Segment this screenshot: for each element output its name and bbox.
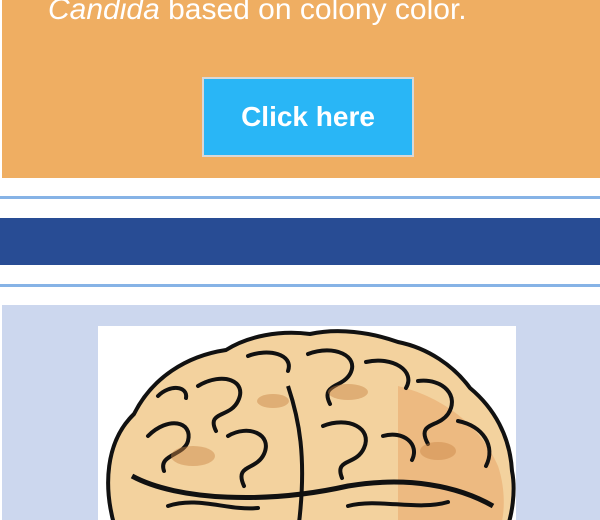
brain-image	[98, 326, 516, 520]
promo-text-rest: based on colony color.	[159, 0, 467, 26]
click-here-button[interactable]: Click here	[202, 77, 414, 157]
image-section	[2, 305, 600, 520]
promo-section: Candida based on colony color. Click her…	[2, 0, 600, 178]
promo-text: Candida based on colony color.	[48, 0, 467, 30]
promo-text-italic: Candida	[48, 0, 160, 26]
divider-rule-top	[0, 196, 600, 199]
brain-illustration	[106, 329, 516, 520]
divider-rule-bottom	[0, 284, 600, 287]
section-bar	[0, 218, 600, 265]
page: Candida based on colony color. Click her…	[0, 0, 600, 520]
